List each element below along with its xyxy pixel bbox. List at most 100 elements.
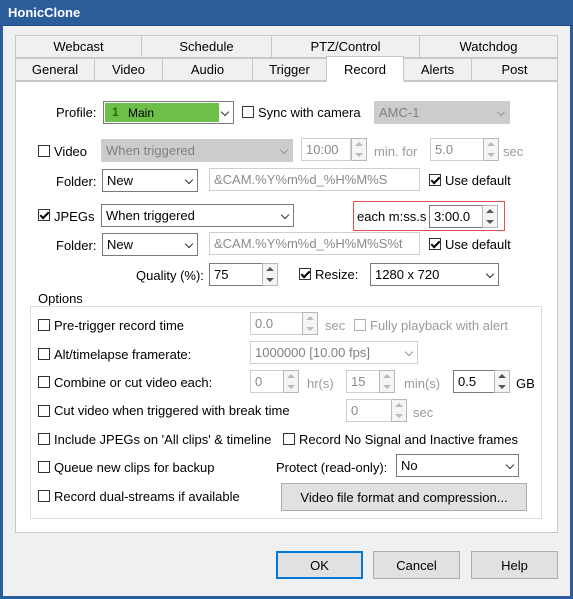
chevron-down-icon xyxy=(280,210,290,220)
jpegs-folder-select[interactable]: New xyxy=(102,233,198,256)
min-for-label: min. for xyxy=(374,144,418,159)
gb-spinner[interactable] xyxy=(494,370,510,393)
video-use-default-label: Use default xyxy=(445,173,511,188)
ok-label: OK xyxy=(310,557,329,573)
cut-break-checkbox[interactable] xyxy=(38,405,50,417)
tab-ptz-control[interactable]: PTZ/Control xyxy=(271,35,420,58)
resize-checkbox[interactable] xyxy=(299,268,311,280)
chevron-down-icon xyxy=(485,269,495,279)
each-value: 3:00.0 xyxy=(434,209,471,224)
jpegs-label: JPEGs xyxy=(54,209,95,224)
video-folder-label: Folder: xyxy=(56,174,97,189)
jpegs-folder-label: Folder: xyxy=(56,238,97,253)
tab-audio[interactable]: Audio xyxy=(162,58,253,81)
video-format-button[interactable]: Video file format and compression... xyxy=(281,483,527,511)
tab-webcast[interactable]: Webcast xyxy=(15,35,142,58)
tab-alerts[interactable]: Alerts xyxy=(403,58,472,81)
spin-up-icon xyxy=(355,142,363,146)
video-path-input[interactable]: &CAM.%Y%m%d_%H%M%S xyxy=(209,168,420,191)
pretrigger-checkbox[interactable] xyxy=(38,319,50,331)
gb-input[interactable]: 0.5 xyxy=(453,370,495,393)
no-signal-checkbox[interactable] xyxy=(283,433,295,445)
video-time-input[interactable]: 10:00 xyxy=(301,138,351,161)
video-trigger-select[interactable]: When triggered xyxy=(101,139,293,162)
mins-input[interactable]: 15 xyxy=(346,370,380,393)
tab-record-label: Record xyxy=(344,61,386,77)
window-title: HonicClone xyxy=(8,5,81,20)
timelapse-label: Alt/timelapse framerate: xyxy=(54,347,192,362)
each-input[interactable]: 3:00.0 xyxy=(429,205,483,228)
video-folder-select[interactable]: New xyxy=(102,169,198,192)
jpegs-use-default-label: Use default xyxy=(445,237,511,252)
tab-trigger[interactable]: Trigger xyxy=(252,58,327,81)
jpegs-path-value: &CAM.%Y%m%d_%H%M%S%t xyxy=(214,236,403,251)
cancel-button[interactable]: Cancel xyxy=(373,551,460,579)
tab-watchdog[interactable]: Watchdog xyxy=(419,35,558,58)
tab-post-label: Post xyxy=(501,62,528,77)
quality-value: 75 xyxy=(214,267,229,282)
include-jpegs-checkbox[interactable] xyxy=(38,433,50,445)
each-spinner[interactable] xyxy=(482,205,498,228)
timelapse-checkbox[interactable] xyxy=(38,348,50,360)
dual-streams-label: Record dual-streams if available xyxy=(54,489,240,504)
pretrigger-spinner[interactable] xyxy=(302,312,318,335)
window-frame-left xyxy=(0,26,3,599)
break-input[interactable]: 0 xyxy=(346,399,392,422)
dual-streams-checkbox[interactable] xyxy=(38,490,50,502)
combine-checkbox[interactable] xyxy=(38,376,50,388)
profile-number: 1 xyxy=(112,105,119,119)
pretrigger-unit: sec xyxy=(325,318,346,333)
mins-value: 15 xyxy=(351,374,366,389)
hrs-input[interactable]: 0 xyxy=(250,370,284,393)
jpegs-trigger-select[interactable]: When triggered xyxy=(101,204,294,227)
spin-down-icon xyxy=(498,385,506,389)
mins-spinner[interactable] xyxy=(379,370,395,393)
tab-general[interactable]: General xyxy=(15,58,95,81)
video-time-value: 10:00 xyxy=(306,142,339,157)
jpegs-checkbox[interactable] xyxy=(38,209,50,221)
ok-button[interactable]: OK xyxy=(276,551,363,579)
gb-value: 0.5 xyxy=(458,374,477,389)
profile-select[interactable]: 1 Main xyxy=(103,101,234,124)
resize-select[interactable]: 1280 x 720 xyxy=(370,263,499,286)
gb-unit: GB xyxy=(516,376,535,391)
protect-select[interactable]: No xyxy=(396,454,519,477)
break-spinner[interactable] xyxy=(391,399,407,422)
tab-watchdog-label: Watchdog xyxy=(459,39,518,54)
tab-video[interactable]: Video xyxy=(94,58,163,81)
help-button[interactable]: Help xyxy=(471,551,558,579)
camera-select[interactable]: AMC-1 xyxy=(374,101,510,124)
spin-up-icon xyxy=(287,374,295,378)
full-playback-checkbox[interactable] xyxy=(354,319,366,331)
jpegs-use-default-checkbox[interactable] xyxy=(429,238,441,250)
quality-spinner[interactable] xyxy=(262,263,278,286)
jpegs-path-input[interactable]: &CAM.%Y%m%d_%H%M%S%t xyxy=(209,232,420,255)
sync-camera-checkbox[interactable] xyxy=(242,106,254,118)
video-secs-spinner[interactable] xyxy=(483,138,499,161)
break-value: 0 xyxy=(351,403,359,418)
hrs-spinner[interactable] xyxy=(283,370,299,393)
chevron-down-icon xyxy=(496,107,506,117)
video-folder-value: New xyxy=(107,173,134,188)
pretrigger-input[interactable]: 0.0 xyxy=(250,312,303,335)
chevron-down-icon xyxy=(184,239,194,249)
video-secs-input[interactable]: 5.0 xyxy=(430,138,484,161)
chevron-down-icon xyxy=(505,460,515,470)
spin-down-icon xyxy=(266,278,274,282)
tab-schedule[interactable]: Schedule xyxy=(141,35,272,58)
profile-swatch xyxy=(105,103,219,122)
timelapse-value: 1000000 [10.00 fps] xyxy=(255,345,370,360)
tab-video-label: Video xyxy=(111,62,145,77)
timelapse-select[interactable]: 1000000 [10.00 fps] xyxy=(250,341,418,364)
video-sec-unit: sec xyxy=(503,144,524,159)
queue-backup-checkbox[interactable] xyxy=(38,461,50,473)
tab-post[interactable]: Post xyxy=(471,58,558,81)
tab-ptz-label: PTZ/Control xyxy=(310,39,381,54)
tab-record[interactable]: Record xyxy=(326,56,404,82)
video-time-spinner[interactable] xyxy=(351,138,367,161)
spin-up-icon xyxy=(306,316,314,320)
jpegs-folder-value: New xyxy=(107,237,134,252)
video-use-default-checkbox[interactable] xyxy=(429,174,441,186)
quality-input[interactable]: 75 xyxy=(209,263,263,286)
video-checkbox[interactable] xyxy=(38,145,50,157)
